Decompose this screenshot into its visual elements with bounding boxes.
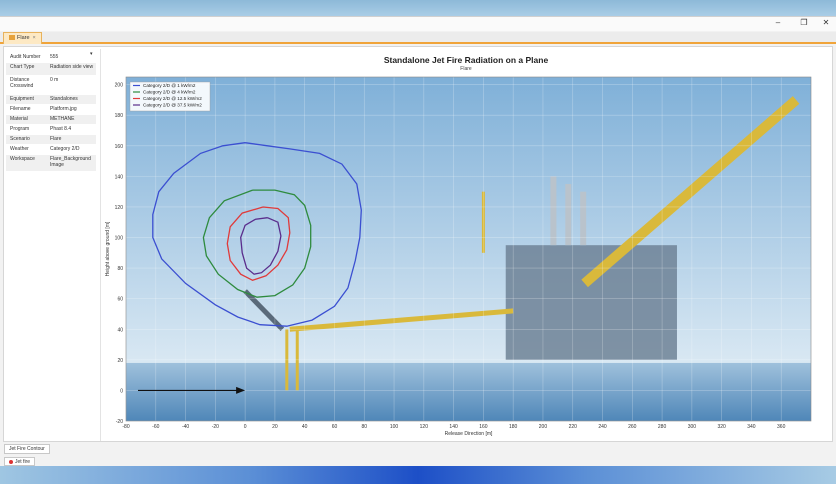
- x-tick-label: 340: [747, 424, 756, 430]
- tab-flare[interactable]: Flare ×: [3, 32, 42, 44]
- chart-document: ▾ Audit Number 555 Chart Type Radiation sid…: [3, 46, 833, 442]
- property-row[interactable]: Weather Category 2/D: [6, 145, 96, 154]
- minimize-icon[interactable]: –: [768, 17, 788, 29]
- x-tick-label: -80: [122, 424, 129, 430]
- chart-panel: Standalone Jet Fire Radiation on a Plane…: [100, 49, 830, 441]
- tab-jet-fire-contour[interactable]: Jet Fire Contour: [4, 444, 50, 454]
- desktop-background: [0, 0, 836, 16]
- platform-body: [505, 245, 677, 360]
- property-row[interactable]: Equipment Standalones: [6, 95, 96, 104]
- x-tick-label: 200: [539, 424, 548, 430]
- x-tick-label: -40: [182, 424, 189, 430]
- x-tick-label: 220: [569, 424, 578, 430]
- x-axis-label: Release Direction [m]: [445, 431, 493, 437]
- property-row[interactable]: Material METHANE: [6, 115, 96, 124]
- tab-flare-label: Flare: [17, 35, 30, 41]
- chart-tab-icon: [9, 35, 15, 41]
- x-tick-label: 140: [449, 424, 458, 430]
- x-tick-label: 180: [509, 424, 518, 430]
- property-key: Material: [10, 116, 28, 122]
- x-tick-label: 300: [688, 424, 697, 430]
- run-tab-label: Jet fire: [15, 459, 31, 465]
- property-value: Phast 8.4: [50, 126, 72, 132]
- property-key: Workspace: [10, 156, 35, 162]
- x-tick-label: 320: [717, 424, 726, 430]
- platform-stack: [565, 184, 572, 246]
- taskbar-wallpaper: [0, 466, 836, 484]
- y-tick-label: 0: [120, 388, 123, 394]
- x-tick-label: 60: [332, 424, 338, 430]
- property-row[interactable]: Chart Type Radiation side view: [6, 63, 96, 75]
- legend-entry: Category 2/D @ 4 kW/m2: [143, 90, 196, 95]
- status-dot-icon: [9, 459, 13, 464]
- y-tick-label: 120: [115, 205, 124, 211]
- x-tick-label: 260: [628, 424, 637, 430]
- y-tick-label: 100: [115, 236, 124, 242]
- property-value: 555: [50, 54, 59, 60]
- property-value: Standalones: [50, 96, 78, 102]
- background-sky: [126, 77, 811, 363]
- legend-entry: Category 2/D @ 1 kW/m2: [143, 83, 196, 88]
- property-key: Weather: [10, 146, 29, 152]
- property-value: Flare: [50, 136, 62, 142]
- property-value: Radiation side view: [50, 64, 94, 70]
- property-key: Chart Type: [10, 64, 35, 70]
- x-tick-label: 160: [479, 424, 488, 430]
- property-value: 0 m: [50, 77, 59, 83]
- x-tick-label: 20: [272, 424, 278, 430]
- x-tick-label: -60: [152, 424, 159, 430]
- title-bar: – ❐ ✕: [0, 17, 836, 31]
- application-window: – ❐ ✕ Flare × ▾ Audit Number 555 Chart Type…: [0, 16, 836, 466]
- x-tick-label: -20: [212, 424, 219, 430]
- legend-entry: Category 2/D @ 12.5 kW/m2: [143, 96, 202, 101]
- y-tick-label: 40: [117, 327, 123, 333]
- background-sea: [126, 362, 811, 421]
- document-tab-strip: Flare ×: [0, 32, 836, 44]
- y-tick-label: 140: [115, 174, 124, 180]
- y-tick-label: -20: [116, 419, 123, 425]
- y-tick-label: 60: [117, 297, 123, 303]
- property-value: METHANE: [50, 116, 75, 122]
- legend-entry: Category 2/D @ 37.5 kW/m2: [143, 103, 202, 108]
- property-row[interactable]: Scenario Flare: [6, 135, 96, 144]
- property-key: Program: [10, 126, 30, 132]
- property-key: Audit Number: [10, 54, 41, 60]
- y-tick-label: 80: [117, 266, 123, 272]
- property-value: Platform.jpg: [50, 106, 77, 112]
- tab-close-icon[interactable]: ×: [33, 35, 36, 41]
- x-tick-label: 100: [390, 424, 399, 430]
- property-row[interactable]: Distance Crosswind 0 m: [6, 76, 96, 94]
- property-row[interactable]: Audit Number 555: [6, 53, 96, 62]
- x-tick-label: 120: [420, 424, 429, 430]
- maximize-icon[interactable]: ❐: [794, 17, 814, 29]
- close-icon[interactable]: ✕: [816, 17, 836, 29]
- y-tick-label: 160: [115, 144, 124, 150]
- y-tick-label: 200: [115, 83, 124, 89]
- tab-jet-fire-run[interactable]: Jet fire: [4, 457, 36, 466]
- x-tick-label: 280: [658, 424, 667, 430]
- platform-stack: [550, 176, 557, 246]
- y-tick-label: 20: [117, 358, 123, 364]
- property-key: Equipment: [10, 96, 34, 102]
- properties-panel: ▾ Audit Number 555 Chart Type Radiation sid…: [6, 49, 96, 441]
- property-value: Category 2/D: [50, 146, 80, 152]
- property-row[interactable]: Filename Platform.jpg: [6, 105, 96, 114]
- property-row[interactable]: Workspace Flare_Background Image: [6, 155, 96, 171]
- property-value: Flare_Background Image: [50, 156, 91, 168]
- property-row[interactable]: Program Phast 8.4: [6, 125, 96, 134]
- property-key: Distance Crosswind: [10, 77, 34, 89]
- x-tick-label: 40: [302, 424, 308, 430]
- x-tick-label: 80: [361, 424, 367, 430]
- y-tick-label: 180: [115, 113, 124, 119]
- jet-fire-chart: -80 -60 -40 -20 0 20 40 60 80 100 120 140 160 180 200 2…: [105, 76, 812, 437]
- property-key: Filename: [10, 106, 31, 112]
- y-axis-label: Height above ground [m]: [105, 221, 111, 276]
- x-tick-label: 240: [598, 424, 607, 430]
- platform-stack: [580, 191, 587, 246]
- x-tick-label: 360: [777, 424, 786, 430]
- property-key: Scenario: [10, 136, 30, 142]
- x-tick-label: 0: [244, 424, 247, 430]
